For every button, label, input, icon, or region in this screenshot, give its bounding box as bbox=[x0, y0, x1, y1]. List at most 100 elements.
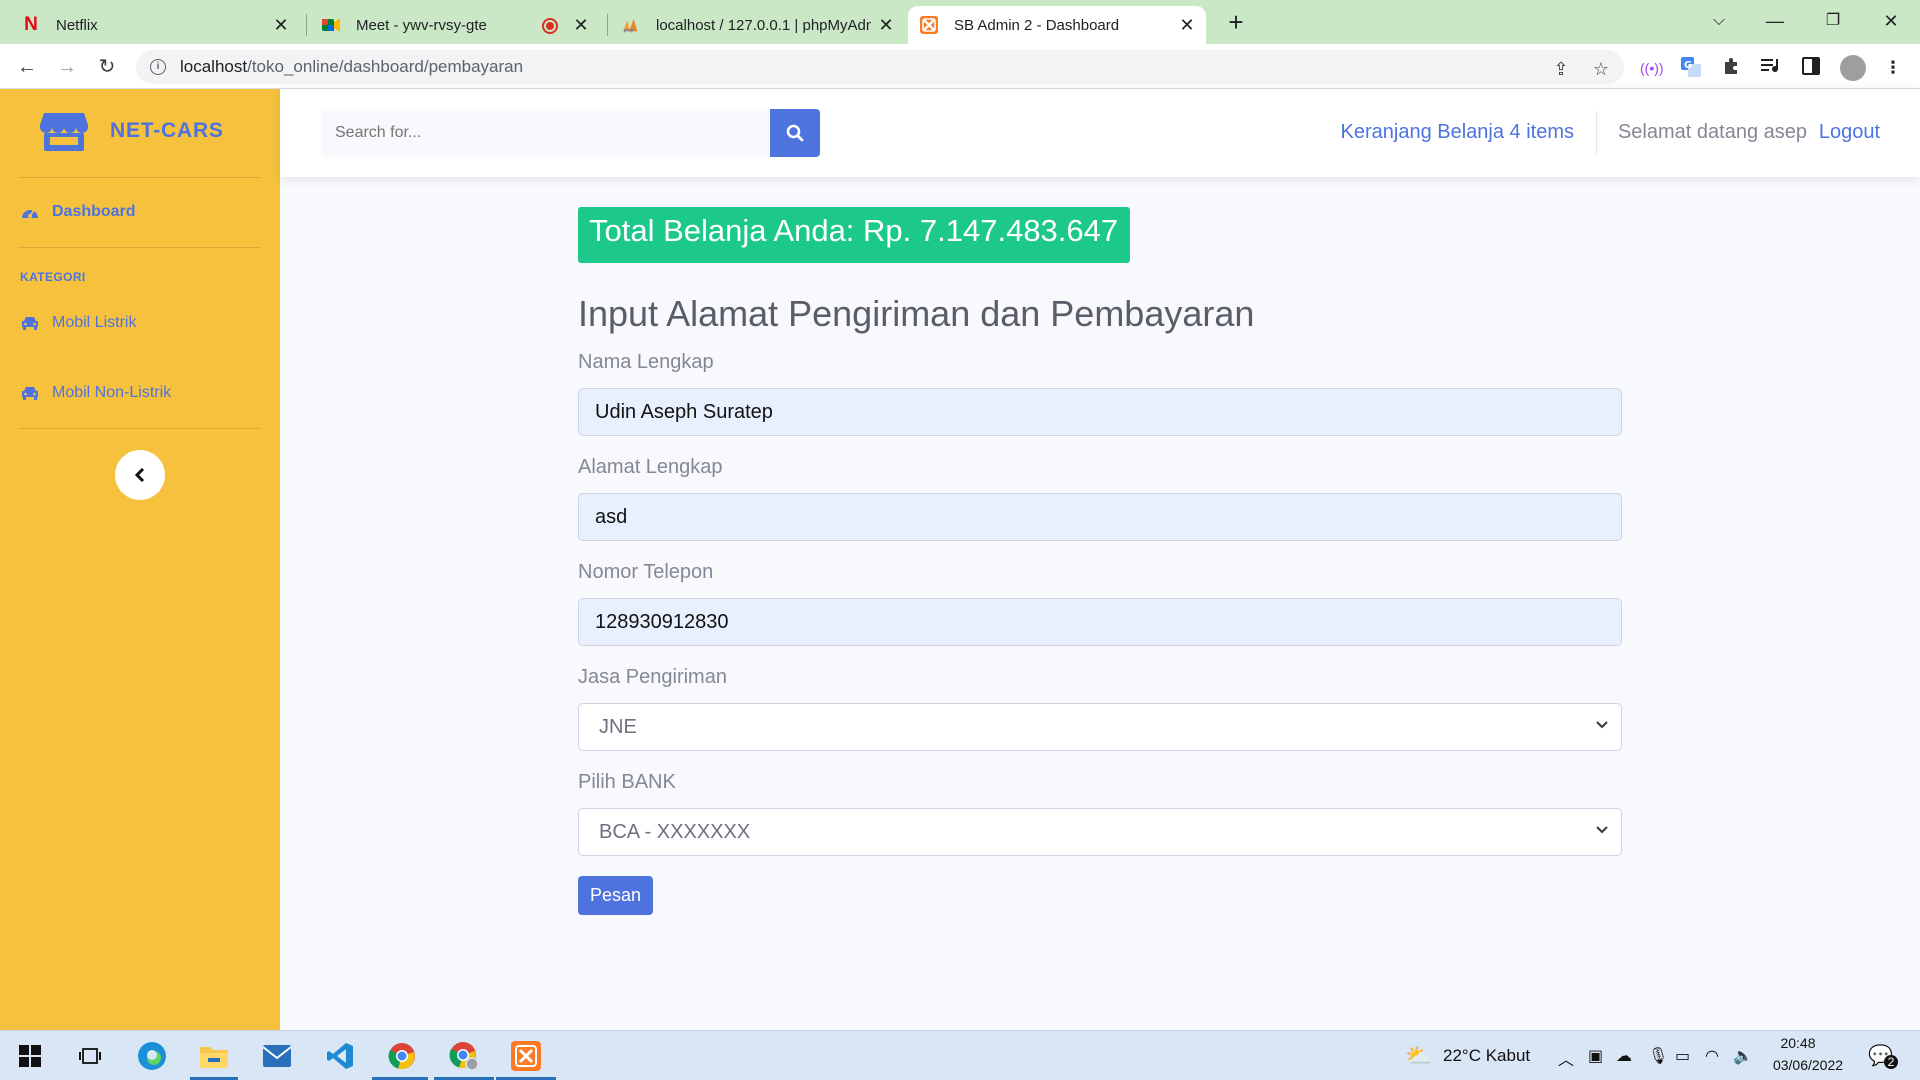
browser-menu-icon[interactable]: ⋮ bbox=[1882, 57, 1904, 79]
restore-button[interactable]: ❐ bbox=[1810, 6, 1856, 36]
clock-time[interactable]: 20:48 bbox=[1766, 1035, 1830, 1051]
sidebar-item-label: Dashboard bbox=[52, 203, 136, 220]
cast-extension-icon[interactable]: ((•)) bbox=[1640, 57, 1664, 79]
volume-icon[interactable]: 🔈 bbox=[1733, 1046, 1753, 1066]
tab-search-icon[interactable]: ⌵ bbox=[1696, 6, 1742, 36]
sidebar-divider bbox=[18, 428, 260, 429]
task-view-icon[interactable] bbox=[74, 1040, 106, 1072]
sidebar-toggle-button[interactable] bbox=[115, 450, 165, 500]
tab-separator bbox=[607, 14, 608, 36]
mail-icon[interactable] bbox=[261, 1040, 293, 1072]
nama-lengkap-input[interactable]: Udin Aseph Suratep bbox=[578, 388, 1622, 436]
brand-logo[interactable]: NET-CARS bbox=[40, 111, 224, 151]
meet-tray-icon[interactable]: ▣ bbox=[1588, 1046, 1603, 1066]
onedrive-icon[interactable]: ☁ bbox=[1616, 1046, 1632, 1066]
welcome-text: Selamat datang asep bbox=[1617, 121, 1807, 143]
chevron-up-icon[interactable]: ︿ bbox=[1558, 1046, 1574, 1070]
browser-tab-strip: N Netflix ✕ Meet - ywv-rvsy-gte ✕ php lo… bbox=[0, 0, 1920, 44]
pilih-bank-select[interactable]: BCA - XXXXXXX bbox=[578, 808, 1622, 856]
windows-start-icon[interactable] bbox=[14, 1040, 46, 1072]
site-info-icon[interactable]: i bbox=[150, 59, 166, 75]
search-input[interactable] bbox=[321, 109, 771, 157]
new-tab-button[interactable]: + bbox=[1222, 9, 1250, 37]
weather-icon[interactable]: ⛅ bbox=[1405, 1043, 1432, 1069]
file-explorer-icon[interactable] bbox=[198, 1040, 230, 1072]
close-tab-icon[interactable]: ✕ bbox=[1178, 16, 1196, 34]
share-icon[interactable]: ⇪ bbox=[1550, 58, 1572, 80]
search-icon bbox=[786, 124, 804, 142]
nama-label: Nama Lengkap bbox=[578, 351, 714, 373]
battery-icon[interactable]: ▭ bbox=[1675, 1046, 1690, 1066]
sidebar-divider bbox=[18, 177, 260, 178]
chevron-down-icon bbox=[1596, 826, 1608, 834]
notification-badge: 2 bbox=[1884, 1055, 1898, 1069]
chevron-down-icon bbox=[1596, 721, 1608, 729]
back-icon[interactable]: ← bbox=[12, 52, 42, 82]
sidebar-item-dashboard[interactable]: Dashboard bbox=[20, 203, 136, 221]
bookmark-star-icon[interactable]: ☆ bbox=[1590, 58, 1612, 80]
search-button[interactable] bbox=[770, 109, 820, 157]
close-tab-icon[interactable]: ✕ bbox=[877, 16, 895, 34]
extensions-puzzle-icon[interactable] bbox=[1720, 57, 1742, 79]
total-belanja-badge: Total Belanja Anda: Rp. 7.147.483.647 bbox=[578, 207, 1131, 263]
xampp-taskbar-icon[interactable] bbox=[510, 1040, 542, 1072]
jasa-label: Jasa Pengiriman bbox=[578, 666, 727, 688]
close-tab-icon[interactable]: ✕ bbox=[572, 16, 590, 34]
brand-name: NET-CARS bbox=[110, 119, 224, 142]
vscode-icon[interactable] bbox=[324, 1040, 356, 1072]
wifi-icon[interactable]: ◠ bbox=[1705, 1046, 1719, 1066]
page-title: Input Alamat Pengiriman dan Pembayaran bbox=[578, 293, 1255, 334]
forward-icon[interactable]: → bbox=[52, 52, 82, 82]
sidebar: NET-CARS Dashboard KATEGORI Mobil Listri… bbox=[0, 89, 280, 1030]
logout-link[interactable]: Logout bbox=[1819, 121, 1880, 144]
weather-text[interactable]: 22°C Kabut bbox=[1443, 1046, 1530, 1066]
windows-taskbar: ⛅ 22°C Kabut ︿ ▣ ☁ 🎙 ▭ ◠ 🔈 20:48 03/06/2… bbox=[0, 1030, 1920, 1080]
alamat-lengkap-input[interactable]: asd bbox=[578, 493, 1622, 541]
tab-phpmyadmin[interactable]: php localhost / 127.0.0.1 | phpMyAdmin ✕ bbox=[610, 6, 905, 44]
sidebar-item-mobil-listrik[interactable]: Mobil Listrik bbox=[20, 314, 136, 332]
svg-text:G: G bbox=[1684, 60, 1692, 71]
topbar-divider bbox=[1596, 111, 1597, 155]
url-text: localhost/toko_online/dashboard/pembayar… bbox=[180, 57, 524, 76]
microphone-icon[interactable]: 🎙 bbox=[1648, 1046, 1668, 1066]
google-meet-icon bbox=[322, 16, 340, 34]
jasa-pengiriman-select[interactable]: JNE bbox=[578, 703, 1622, 751]
minimize-button[interactable]: — bbox=[1752, 6, 1798, 36]
close-window-button[interactable]: ✕ bbox=[1868, 6, 1914, 36]
close-tab-icon[interactable]: ✕ bbox=[272, 16, 290, 34]
reload-icon[interactable]: ↻ bbox=[92, 52, 122, 82]
edge-browser-icon[interactable] bbox=[136, 1040, 168, 1072]
telepon-label: Nomor Telepon bbox=[578, 561, 714, 583]
cart-link[interactable]: Keranjang Belanja 4 items bbox=[1341, 121, 1574, 144]
sidebar-item-label: Mobil Non-Listrik bbox=[52, 384, 172, 401]
phpmyadmin-icon: php bbox=[622, 16, 640, 34]
chrome-icon[interactable] bbox=[386, 1040, 418, 1072]
tab-netflix[interactable]: N Netflix ✕ bbox=[10, 6, 300, 44]
topbar: Keranjang Belanja 4 items Selamat datang… bbox=[280, 89, 1920, 177]
xampp-icon bbox=[920, 16, 938, 34]
chrome-profile-icon[interactable] bbox=[448, 1040, 480, 1072]
side-panel-icon[interactable] bbox=[1800, 57, 1822, 79]
tab-sb-admin[interactable]: SB Admin 2 - Dashboard ✕ bbox=[908, 6, 1206, 44]
tab-separator bbox=[306, 14, 307, 36]
tab-title: SB Admin 2 - Dashboard bbox=[954, 16, 1120, 34]
bank-label: Pilih BANK bbox=[578, 771, 676, 793]
nomor-telepon-input[interactable]: 128930912830 bbox=[578, 598, 1622, 646]
store-icon bbox=[40, 113, 88, 151]
address-bar: ← → ↻ i localhost/toko_online/dashboard/… bbox=[0, 44, 1920, 89]
sidebar-item-mobil-non-listrik[interactable]: Mobil Non-Listrik bbox=[20, 384, 171, 402]
tab-title: localhost / 127.0.0.1 | phpMyAdmin bbox=[656, 16, 871, 34]
media-control-icon[interactable] bbox=[1760, 57, 1782, 79]
url-bar[interactable]: i localhost/toko_online/dashboard/pembay… bbox=[136, 50, 1624, 84]
netflix-icon: N bbox=[24, 14, 38, 35]
select-value: JNE bbox=[599, 715, 637, 738]
pesan-button[interactable]: Pesan bbox=[578, 876, 654, 915]
clock-date[interactable]: 03/06/2022 bbox=[1766, 1057, 1850, 1073]
car-icon bbox=[20, 385, 40, 401]
translate-extension-icon[interactable]: G bbox=[1680, 57, 1702, 79]
alamat-label: Alamat Lengkap bbox=[578, 456, 723, 478]
sidebar-divider bbox=[18, 247, 260, 248]
tab-meet[interactable]: Meet - ywv-rvsy-gte ✕ bbox=[310, 6, 600, 44]
select-value: BCA - XXXXXXX bbox=[599, 820, 751, 843]
profile-avatar[interactable] bbox=[1840, 55, 1866, 81]
